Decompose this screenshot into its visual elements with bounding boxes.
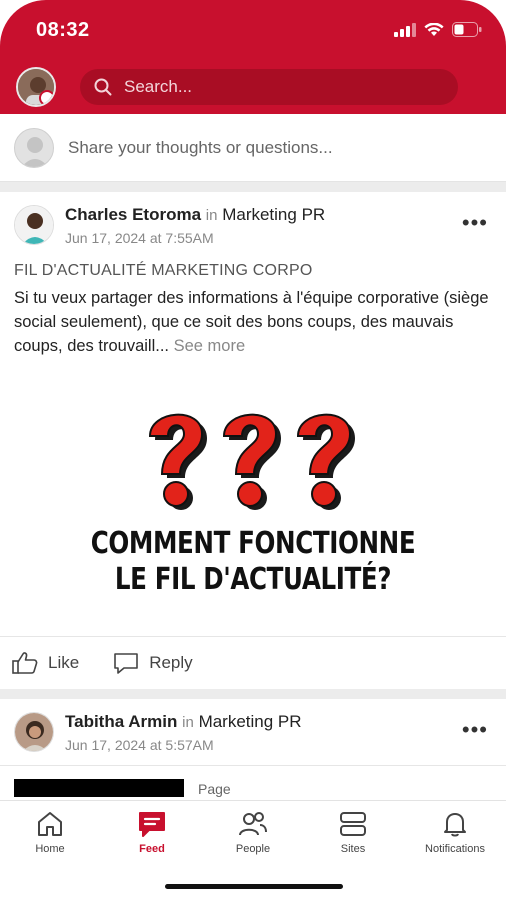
feed-divider xyxy=(0,182,506,192)
feed-divider xyxy=(0,689,506,699)
post-image[interactable]: COMMENT FONCTIONNE LE FIL D'ACTUALITÉ? xyxy=(0,364,506,636)
nav-home-label: Home xyxy=(35,843,65,855)
feed-post: Tabitha Armin in Marketing PR Jun 17, 20… xyxy=(0,699,506,800)
more-options-button[interactable]: ••• xyxy=(462,210,488,236)
comment-icon xyxy=(114,653,138,674)
nav-sites-label: Sites xyxy=(340,843,366,855)
search-bar[interactable]: Search... xyxy=(80,69,458,105)
my-avatar[interactable] xyxy=(16,67,56,107)
signal-icon xyxy=(394,22,416,37)
composer-placeholder: Share your thoughts or questions... xyxy=(68,138,333,157)
author-name[interactable]: Charles Etoroma xyxy=(65,205,201,224)
battery-icon xyxy=(452,22,482,37)
post-composer[interactable]: Share your thoughts or questions... xyxy=(0,114,506,182)
reply-button[interactable]: Reply xyxy=(113,651,193,675)
redacted-block xyxy=(14,779,184,797)
like-button[interactable]: Like xyxy=(12,651,79,675)
author-avatar[interactable] xyxy=(14,205,54,245)
group-name[interactable]: Marketing PR xyxy=(222,205,325,224)
nav-feed-label: Feed xyxy=(139,843,165,855)
status-time: 08:32 xyxy=(36,19,90,41)
nav-people-label: People xyxy=(235,843,271,855)
more-options-button[interactable]: ••• xyxy=(462,717,488,743)
nav-home[interactable]: Home xyxy=(0,809,100,855)
reply-label: Reply xyxy=(149,653,193,672)
post-date: Jun 17, 2024 at 5:57AM xyxy=(65,737,214,753)
avatar-badge xyxy=(39,90,54,105)
image-text-line-2: LE FIL D'ACTUALITÉ? xyxy=(114,562,392,597)
phone-screen: 08:32 Search... Share your thoughts or q… xyxy=(0,0,506,900)
post-date: Jun 17, 2024 at 7:55AM xyxy=(65,230,214,246)
status-bar: 08:32 xyxy=(0,0,506,60)
people-icon xyxy=(239,812,267,836)
question-marks-graphic xyxy=(148,413,355,510)
like-label: Like xyxy=(48,653,80,672)
home-icon xyxy=(38,812,62,836)
in-label: in xyxy=(182,714,194,731)
search-icon xyxy=(94,78,112,96)
feed-icon xyxy=(139,812,165,837)
group-name[interactable]: Marketing PR xyxy=(199,712,302,731)
status-icons xyxy=(394,22,482,37)
avatar-image xyxy=(15,206,53,244)
page-label: Page xyxy=(198,781,231,797)
nav-sites[interactable]: Sites xyxy=(303,809,403,855)
author-name[interactable]: Tabitha Armin xyxy=(65,712,177,731)
post-actions: Like Reply xyxy=(0,637,506,689)
bell-icon xyxy=(444,813,466,837)
divider xyxy=(0,765,506,766)
in-label: in xyxy=(205,207,218,224)
feed-post: Charles Etoroma in Marketing PR Jun 17, … xyxy=(0,192,506,689)
search-placeholder: Search... xyxy=(124,77,193,96)
image-text-line-1: COMMENT FONCTIONNE xyxy=(90,526,416,561)
author-avatar[interactable] xyxy=(14,712,54,752)
nav-feed[interactable]: Feed xyxy=(102,809,202,855)
user-placeholder-icon xyxy=(21,137,49,167)
post-title: FIL D'ACTUALITÉ MARKETING CORPO xyxy=(14,262,313,279)
sites-icon xyxy=(340,812,366,836)
app-header: 08:32 Search... xyxy=(0,0,506,114)
thumbs-up-icon xyxy=(12,652,38,674)
post-body-text: Si tu veux partager des informations à l… xyxy=(14,289,489,355)
nav-notifications-label: Notifications xyxy=(425,843,485,855)
composer-avatar xyxy=(14,128,54,168)
nav-notifications[interactable]: Notifications xyxy=(405,809,505,855)
wifi-icon xyxy=(424,22,444,36)
see-more-link[interactable]: See more xyxy=(174,337,246,355)
nav-people[interactable]: People xyxy=(203,809,303,855)
post-body: Si tu veux partager des informations à l… xyxy=(14,286,494,358)
author-line: Charles Etoroma in Marketing PR xyxy=(65,205,325,225)
author-line: Tabitha Armin in Marketing PR xyxy=(65,712,302,732)
home-indicator[interactable] xyxy=(165,884,343,889)
avatar-image xyxy=(15,713,53,751)
